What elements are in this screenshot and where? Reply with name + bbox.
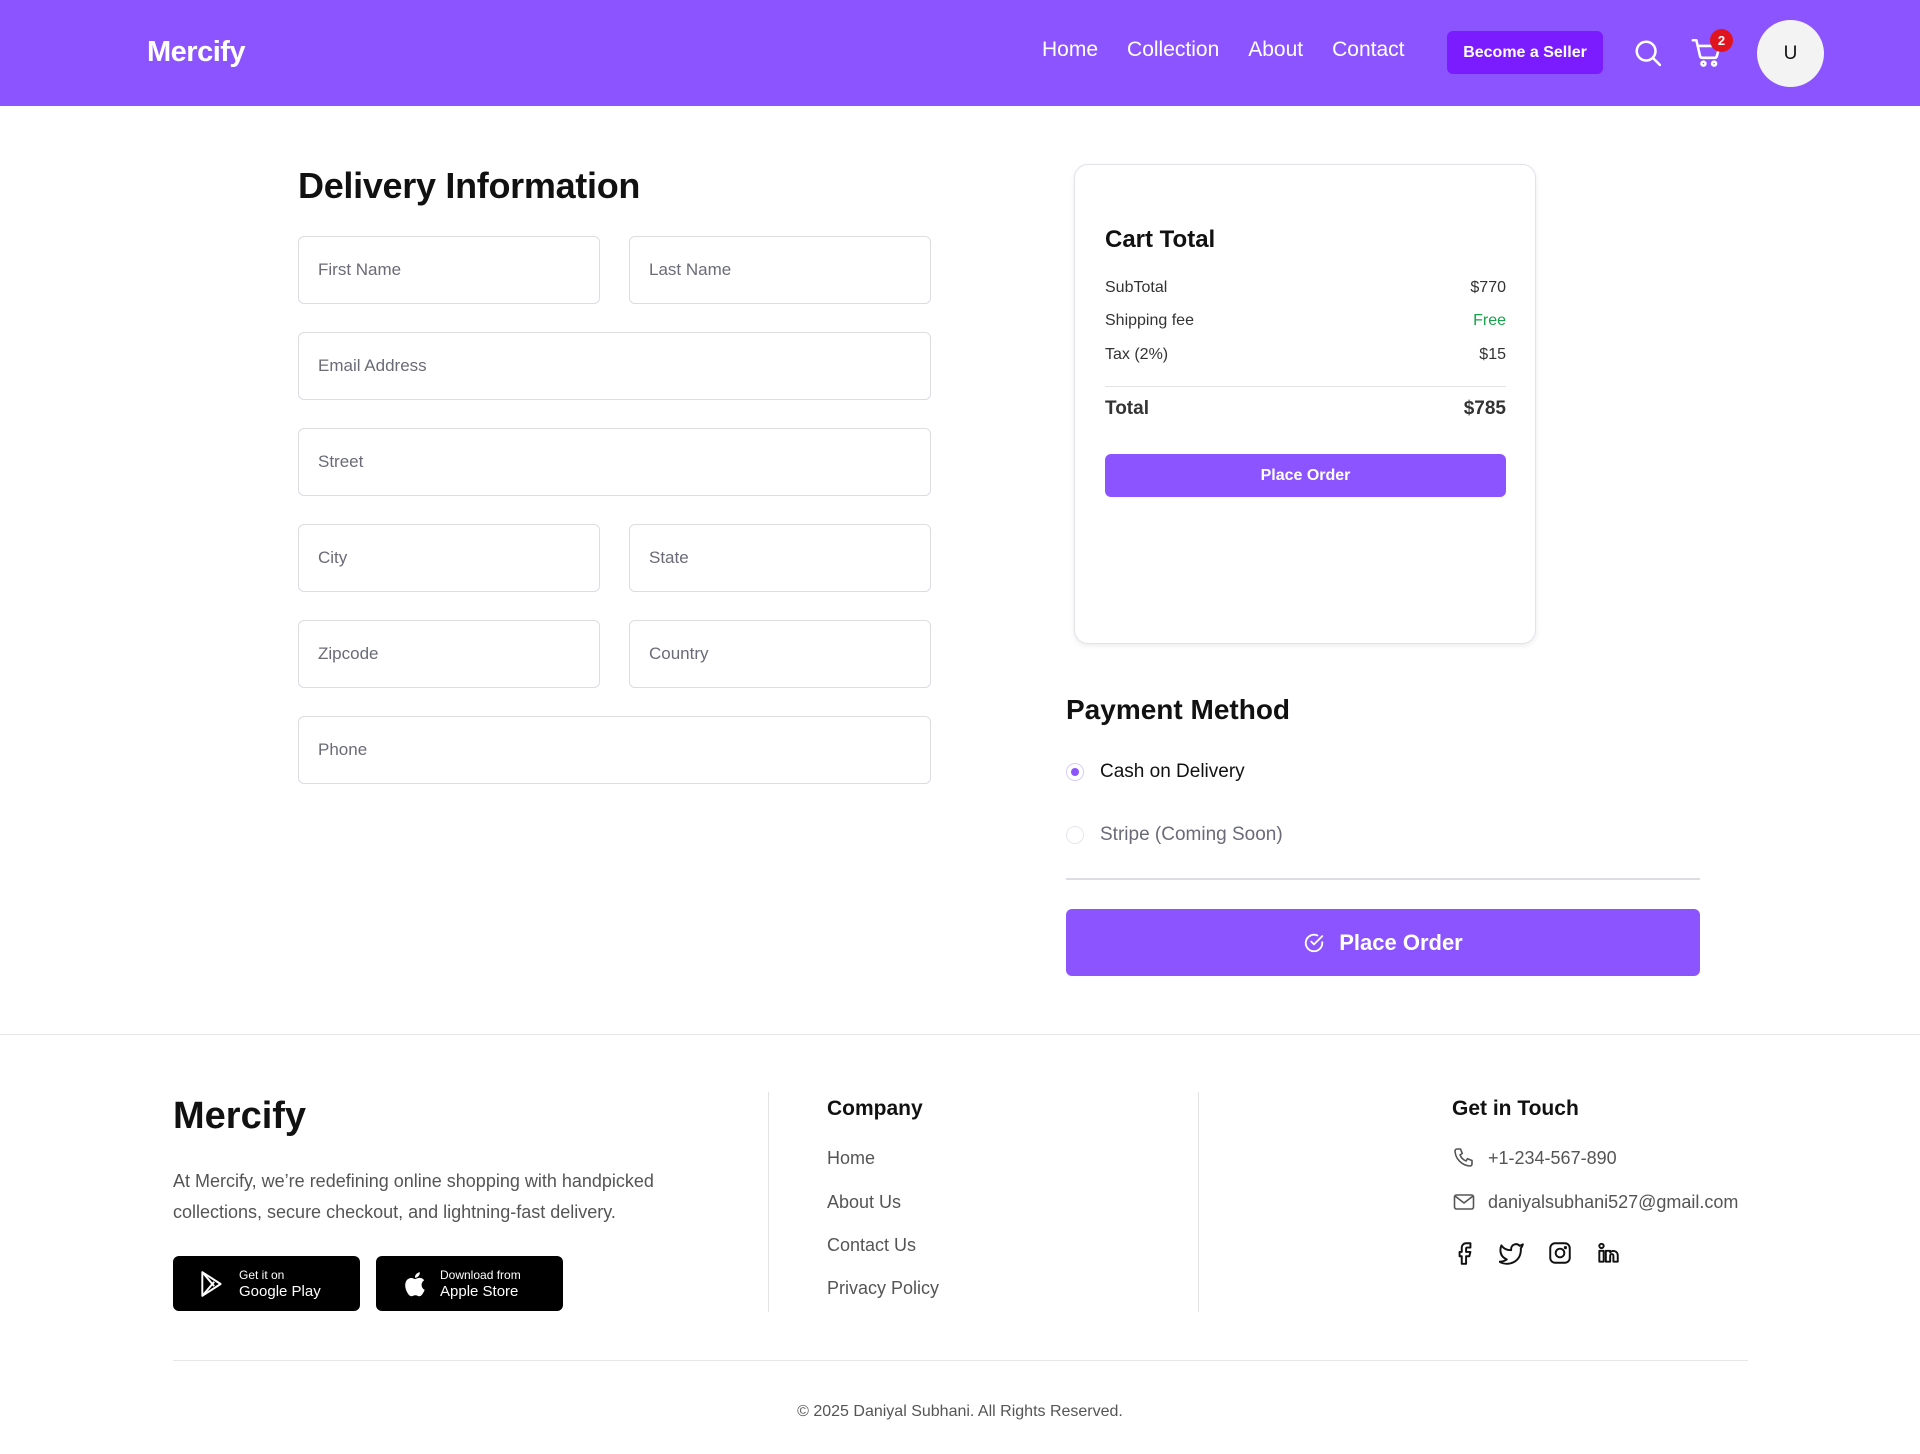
payment-divider [1066, 878, 1700, 880]
facebook-icon[interactable] [1452, 1240, 1478, 1266]
last-name-input[interactable] [629, 236, 931, 304]
cart-place-order-button[interactable]: Place Order [1105, 454, 1506, 497]
footer-top-divider [0, 1034, 1920, 1035]
nav-collection[interactable]: Collection [1127, 38, 1219, 62]
contact-phone[interactable]: +1-234-567-890 [1452, 1146, 1617, 1170]
tax-row: Tax (2%) $15 [1105, 346, 1506, 364]
apple-store-small: Download from [440, 1267, 521, 1282]
street-input[interactable] [298, 428, 931, 496]
cart-total-title: Cart Total [1105, 226, 1216, 253]
contact-phone-text: +1-234-567-890 [1488, 1147, 1617, 1168]
apple-store-big: Apple Store [440, 1282, 519, 1300]
email-input[interactable] [298, 332, 931, 400]
total-label: Total [1105, 398, 1149, 419]
check-circle-icon [1305, 933, 1324, 952]
cart-count-badge: 2 [1710, 29, 1733, 52]
total-row: Total $785 [1105, 398, 1506, 420]
logo[interactable]: Mercify [147, 36, 246, 69]
search-icon[interactable] [1633, 38, 1663, 68]
nav-about[interactable]: About [1248, 38, 1303, 62]
site-header: Mercify Home Collection About Contact Be… [0, 0, 1920, 106]
shipping-value: Free [1473, 312, 1506, 329]
total-value: $785 [1463, 398, 1506, 419]
country-input[interactable] [629, 620, 931, 688]
subtotal-label: SubTotal [1105, 279, 1168, 296]
apple-store-button[interactable]: Download from Apple Store [376, 1256, 563, 1311]
phone-icon [1454, 1148, 1473, 1167]
tax-label: Tax (2%) [1105, 346, 1169, 363]
payment-option-label: Cash on Delivery [1100, 761, 1245, 782]
payment-option-cod[interactable]: Cash on Delivery [1066, 761, 1245, 783]
main-nav: Home Collection About Contact [1042, 38, 1434, 62]
footer-brand: Mercify [173, 1095, 307, 1137]
place-order-button[interactable]: Place Order [1066, 909, 1700, 976]
copyright-text: © 2025 Daniyal Subhani. All Rights Reser… [797, 1403, 1123, 1420]
google-play-small: Get it on [239, 1267, 285, 1282]
payment-method-title: Payment Method [1066, 694, 1291, 725]
company-heading: Company [827, 1097, 923, 1120]
payment-option-stripe[interactable]: Stripe (Coming Soon) [1066, 824, 1283, 846]
city-input[interactable] [298, 524, 600, 592]
footer-link-privacy[interactable]: Privacy Policy [827, 1278, 939, 1299]
instagram-icon[interactable] [1547, 1240, 1573, 1266]
radio-button[interactable] [1066, 763, 1084, 781]
google-play-big: Google Play [239, 1282, 321, 1300]
tax-value: $15 [1479, 346, 1506, 363]
contact-email-text: daniyalsubhani527@gmail.com [1488, 1191, 1739, 1212]
linkedin-icon[interactable] [1595, 1240, 1621, 1266]
shipping-label: Shipping fee [1105, 312, 1194, 329]
footer-about-text: At Mercify, we’re redefining online shop… [173, 1171, 654, 1222]
state-input[interactable] [629, 524, 931, 592]
user-avatar[interactable]: U [1757, 20, 1824, 87]
subtotal-value: $770 [1470, 279, 1506, 296]
cart-divider [1105, 386, 1506, 387]
contact-email[interactable]: daniyalsubhani527@gmail.com [1452, 1190, 1738, 1214]
payment-option-label: Stripe (Coming Soon) [1100, 824, 1283, 845]
become-seller-button[interactable]: Become a Seller [1447, 31, 1603, 74]
footer-link-home[interactable]: Home [827, 1148, 875, 1169]
footer-column-divider [768, 1092, 769, 1312]
contact-heading: Get in Touch [1452, 1097, 1579, 1120]
delivery-title: Delivery Information [298, 165, 641, 206]
nav-contact[interactable]: Contact [1332, 38, 1404, 62]
phone-input[interactable] [298, 716, 931, 784]
first-name-input[interactable] [298, 236, 600, 304]
place-order-label: Place Order [1339, 929, 1463, 955]
mail-icon [1453, 1194, 1475, 1210]
apple-icon [405, 1271, 425, 1296]
twitter-icon[interactable] [1499, 1240, 1525, 1266]
google-play-icon [201, 1270, 222, 1297]
radio-button[interactable] [1066, 826, 1084, 844]
nav-home[interactable]: Home [1042, 38, 1098, 62]
subtotal-row: SubTotal $770 [1105, 279, 1506, 297]
zipcode-input[interactable] [298, 620, 600, 688]
footer-link-about[interactable]: About Us [827, 1192, 901, 1213]
google-play-button[interactable]: Get it on Google Play [173, 1256, 360, 1311]
footer-column-divider [1198, 1092, 1199, 1312]
footer-link-contact[interactable]: Contact Us [827, 1235, 916, 1256]
shipping-row: Shipping fee Free [1105, 312, 1506, 330]
footer-bottom-divider [173, 1360, 1748, 1361]
